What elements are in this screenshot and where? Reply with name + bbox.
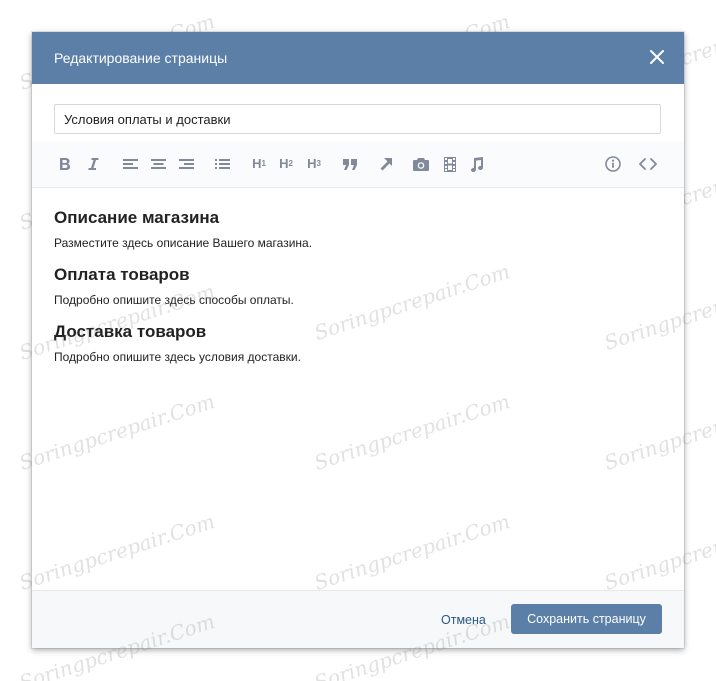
align-center-icon	[150, 159, 166, 169]
section-heading: Описание магазина	[54, 208, 220, 227]
heading-3-level: 3	[316, 159, 321, 168]
italic-button[interactable]	[86, 154, 100, 174]
italic-icon	[88, 158, 99, 170]
music-note-icon	[470, 156, 483, 172]
content-section: Оплата товаров Подробно опишите здесь сп…	[54, 264, 662, 308]
heading-1-level: 1	[261, 159, 266, 168]
bold-button[interactable]	[58, 154, 72, 174]
section-text: Подробно опишите здесь способы оплаты.	[54, 293, 294, 307]
editor-content[interactable]: Описание магазина Разместите здесь описа…	[32, 189, 684, 590]
heading-1-button[interactable]: H1	[250, 154, 268, 174]
align-center-button[interactable]	[150, 154, 166, 174]
dialog-title: Редактирование страницы	[54, 50, 228, 66]
heading-2-button[interactable]: H2	[277, 154, 295, 174]
bold-icon	[60, 158, 70, 170]
cancel-button[interactable]: Отмена	[441, 612, 486, 628]
page-title-input[interactable]	[54, 104, 661, 134]
align-right-button[interactable]	[178, 154, 194, 174]
dialog-footer: Отмена Сохранить страницу	[32, 590, 684, 648]
content-section: Описание магазина Разместите здесь описа…	[54, 207, 662, 251]
quote-icon	[343, 158, 357, 170]
source-code-button[interactable]	[638, 154, 658, 174]
align-right-icon	[178, 159, 194, 169]
section-heading: Доставка товаров	[54, 322, 207, 341]
camera-icon	[413, 157, 429, 171]
bulleted-list-icon	[214, 159, 230, 169]
heading-3-label: H	[307, 156, 317, 171]
close-icon	[650, 50, 664, 64]
edit-page-dialog: Редактирование страницы Условия оплаты и…	[32, 32, 684, 648]
section-text: Подробно опишите здесь условия доставки.	[54, 350, 301, 364]
close-button[interactable]	[648, 48, 666, 66]
insert-video-button[interactable]	[442, 154, 458, 174]
heading-2-label: H	[279, 156, 289, 171]
section-heading: Оплата товаров	[54, 265, 190, 284]
link-arrow-icon	[380, 158, 392, 171]
content-section: Доставка товаров Подробно опишите здесь …	[54, 321, 662, 365]
heading-2-level: 2	[288, 159, 293, 168]
align-left-button[interactable]	[122, 154, 138, 174]
code-icon	[639, 158, 657, 170]
quote-button[interactable]	[342, 154, 358, 174]
film-icon	[444, 156, 456, 172]
editor-toolbar: H1 H2 H3	[32, 142, 684, 188]
info-button[interactable]	[604, 154, 622, 174]
save-page-button[interactable]: Сохранить страницу	[511, 604, 662, 634]
heading-3-button[interactable]: H3	[305, 154, 323, 174]
info-icon	[605, 156, 621, 172]
insert-audio-button[interactable]	[468, 154, 484, 174]
insert-photo-button[interactable]	[412, 154, 430, 174]
align-left-icon	[122, 159, 138, 169]
link-button[interactable]	[378, 154, 394, 174]
section-text: Разместите здесь описание Вашего магазин…	[54, 236, 313, 250]
dialog-header: Редактирование страницы	[32, 32, 684, 84]
bulleted-list-button[interactable]	[214, 154, 230, 174]
heading-1-label: H	[252, 156, 262, 171]
